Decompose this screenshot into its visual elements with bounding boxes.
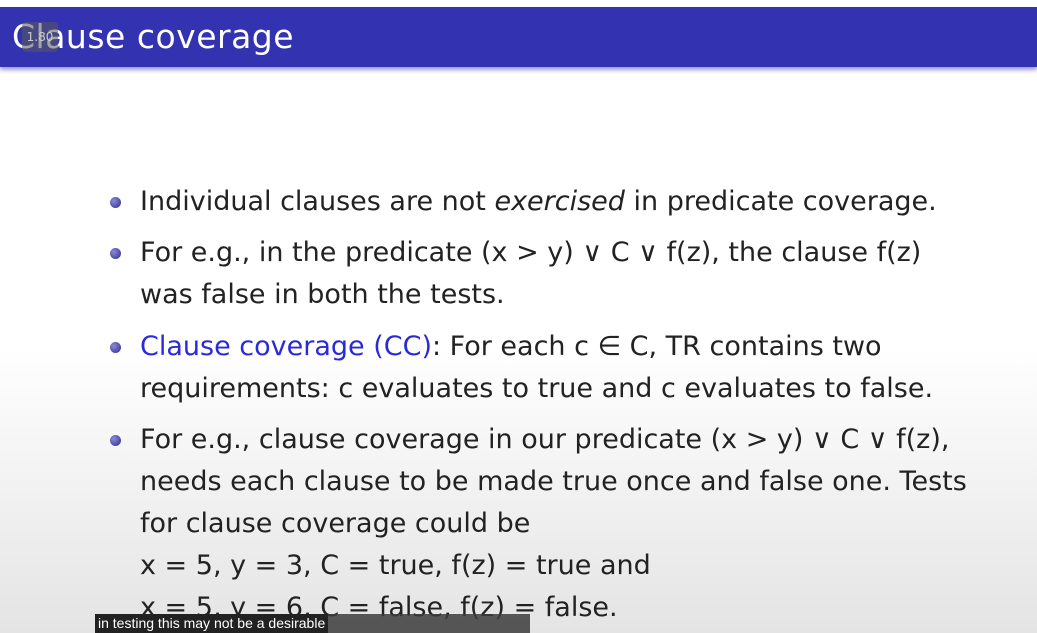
text-line: was false in both the tests.: [140, 279, 505, 310]
text-line: requirements: c evaluates to true and c …: [140, 373, 934, 404]
slide-title-bar: Clause coverage 1.80: [0, 7, 1037, 67]
caption-text: in testing this may not be a desirable: [95, 614, 329, 633]
bullet-item: Clause coverage (CC): For each c ∈ C, TR…: [110, 326, 934, 410]
bullet-icon: [110, 197, 121, 208]
top-strip: [0, 0, 1037, 7]
emphasis-text: exercised: [494, 186, 625, 217]
math-line: x = 5, y = 3, C = true, f(z) = true and: [140, 550, 651, 581]
bullet-item: For e.g., in the predicate (x > y) ∨ C ∨…: [110, 232, 922, 316]
text: in predicate coverage.: [624, 186, 937, 217]
bullet-icon: [110, 248, 121, 259]
text: : For each c ∈ C, TR contains two: [431, 331, 882, 362]
text-line: for clause coverage could be: [140, 508, 531, 539]
bullet-item: Individual clauses are not exercised in …: [110, 181, 937, 223]
bullet-icon: [110, 342, 121, 353]
bullet-item: For e.g., clause coverage in our predica…: [110, 419, 967, 629]
bullet-icon: [110, 435, 121, 446]
playback-speed-badge: 1.80: [22, 22, 58, 52]
video-caption: in testing this may not be a desirable: [95, 614, 530, 633]
text-line: For e.g., clause coverage in our predica…: [140, 424, 950, 455]
text-line: For e.g., in the predicate (x > y) ∨ C ∨…: [140, 237, 922, 268]
text: Individual clauses are not: [140, 186, 495, 217]
term-highlight: Clause coverage (CC): [140, 331, 432, 362]
text-line: needs each clause to be made true once a…: [140, 466, 967, 497]
